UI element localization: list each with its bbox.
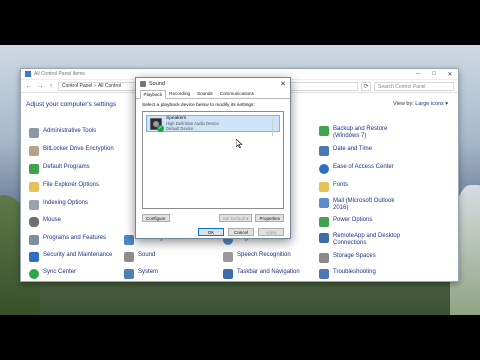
flag-icon xyxy=(29,252,39,262)
speaker-icon xyxy=(124,252,134,262)
programs-icon xyxy=(29,235,39,245)
cp-item-default-programs[interactable]: Default Programs xyxy=(29,164,90,174)
cp-item-power-options[interactable]: Power Options xyxy=(319,217,372,227)
back-arrow-icon[interactable]: ← xyxy=(25,83,33,90)
tab-communications[interactable]: Communications xyxy=(216,89,257,98)
mouse-cursor-icon xyxy=(236,139,243,148)
remote-desktop-icon xyxy=(319,233,329,243)
cp-item-programs-and-features[interactable]: Programs and Features xyxy=(29,235,106,245)
cancel-button[interactable]: Cancel xyxy=(228,228,254,236)
mail-icon xyxy=(319,198,329,208)
microphone-icon xyxy=(223,252,233,262)
forward-arrow-icon[interactable]: → xyxy=(36,83,44,90)
close-icon[interactable]: ✕ xyxy=(442,71,458,78)
default-programs-icon xyxy=(29,164,39,174)
cp-item-administrative-tools[interactable]: Administrative Tools xyxy=(29,128,96,138)
folder-icon xyxy=(29,182,39,192)
fonts-icon xyxy=(319,182,329,192)
speaker-icon xyxy=(140,81,146,87)
cp-item-speech-recognition[interactable]: Speech Recognition xyxy=(223,252,291,262)
refresh-icon[interactable]: ⟳ xyxy=(361,81,371,91)
device-row-speakers[interactable]: ✓ Speakers High Definition Audio Device … xyxy=(146,115,280,136)
window-title: All Control Panel Items xyxy=(34,71,85,77)
backup-icon xyxy=(319,126,329,136)
level-meter xyxy=(272,119,276,136)
control-panel-icon xyxy=(25,71,31,77)
search-input[interactable]: Search Control Panel xyxy=(374,81,454,91)
cp-item-backup-restore[interactable]: Backup and Restore (Windows 7) xyxy=(319,126,399,140)
sync-icon xyxy=(29,269,39,279)
computer-icon xyxy=(124,269,134,279)
breadcrumb-item[interactable]: All Control xyxy=(98,83,121,89)
troubleshoot-icon xyxy=(319,269,329,279)
up-arrow-icon[interactable]: ↑ xyxy=(47,83,55,90)
dialog-title: Sound xyxy=(149,81,165,87)
cp-item-taskbar-navigation[interactable]: Taskbar and Navigation xyxy=(223,269,300,279)
dialog-prompt: Select a playback device below to modify… xyxy=(142,103,255,108)
close-icon[interactable]: ✕ xyxy=(276,80,290,88)
cp-item-troubleshooting[interactable]: Troubleshooting xyxy=(319,269,376,279)
dialog-tabs: Playback Recording Sounds Communications xyxy=(136,90,290,99)
cp-item-sound[interactable]: Sound xyxy=(124,252,155,262)
administrative-tools-icon xyxy=(29,128,39,138)
ok-button[interactable]: OK xyxy=(198,228,224,236)
properties-button[interactable]: Properties xyxy=(255,214,284,222)
cp-item-storage-spaces[interactable]: Storage Spaces xyxy=(319,253,376,263)
cp-item-security-maintenance[interactable]: Security and Maintenance xyxy=(29,252,112,262)
indexing-icon xyxy=(29,200,39,210)
device-status: Default Device xyxy=(166,126,194,131)
tab-playback[interactable]: Playback xyxy=(140,90,166,99)
page-title: Adjust your computer's settings xyxy=(26,100,117,108)
cp-item-bitlocker[interactable]: BitLocker Drive Encryption xyxy=(29,146,114,156)
apply-button[interactable]: Apply xyxy=(258,228,284,236)
clock-icon xyxy=(319,146,329,156)
power-icon xyxy=(319,217,329,227)
checkmark-icon: ✓ xyxy=(157,124,164,132)
accessibility-icon xyxy=(319,164,329,174)
recovery-icon xyxy=(124,235,134,245)
breadcrumb-item[interactable]: Control Panel xyxy=(62,83,92,89)
cp-item-mail[interactable]: Mail (Microsoft Outlook 2016) xyxy=(319,198,399,212)
cp-item-mouse[interactable]: Mouse xyxy=(29,217,61,227)
speaker-device-icon: ✓ xyxy=(150,117,164,132)
cp-item-fonts[interactable]: Fonts xyxy=(319,182,348,192)
minimize-icon[interactable]: – xyxy=(410,71,426,78)
cp-item-indexing-options[interactable]: Indexing Options xyxy=(29,200,88,210)
maximize-icon[interactable]: □ xyxy=(426,71,442,78)
cp-item-remoteapp[interactable]: RemoteApp and Desktop Connections xyxy=(319,233,409,247)
tab-sounds[interactable]: Sounds xyxy=(194,89,217,98)
set-default-button[interactable]: Set Default ▾ xyxy=(218,214,253,222)
bitlocker-icon xyxy=(29,146,39,156)
view-by-selector[interactable]: View by: Large icons ▾ xyxy=(393,101,448,107)
mouse-icon xyxy=(29,217,39,227)
sound-dialog: Sound ✕ Playback Recording Sounds Commun… xyxy=(135,77,291,239)
device-list[interactable]: ✓ Speakers High Definition Audio Device … xyxy=(142,111,284,209)
cp-item-ease-of-access[interactable]: Ease of Access Center xyxy=(319,164,394,174)
cp-item-system[interactable]: System xyxy=(124,269,158,279)
tab-recording[interactable]: Recording xyxy=(166,89,194,98)
storage-icon xyxy=(319,253,329,263)
taskbar-icon xyxy=(223,269,233,279)
configure-button[interactable]: Configure xyxy=(142,214,170,222)
cp-item-file-explorer-options[interactable]: File Explorer Options xyxy=(29,182,99,192)
cp-item-sync-center[interactable]: Sync Center xyxy=(29,269,76,279)
cp-item-date-time[interactable]: Date and Time xyxy=(319,146,372,156)
